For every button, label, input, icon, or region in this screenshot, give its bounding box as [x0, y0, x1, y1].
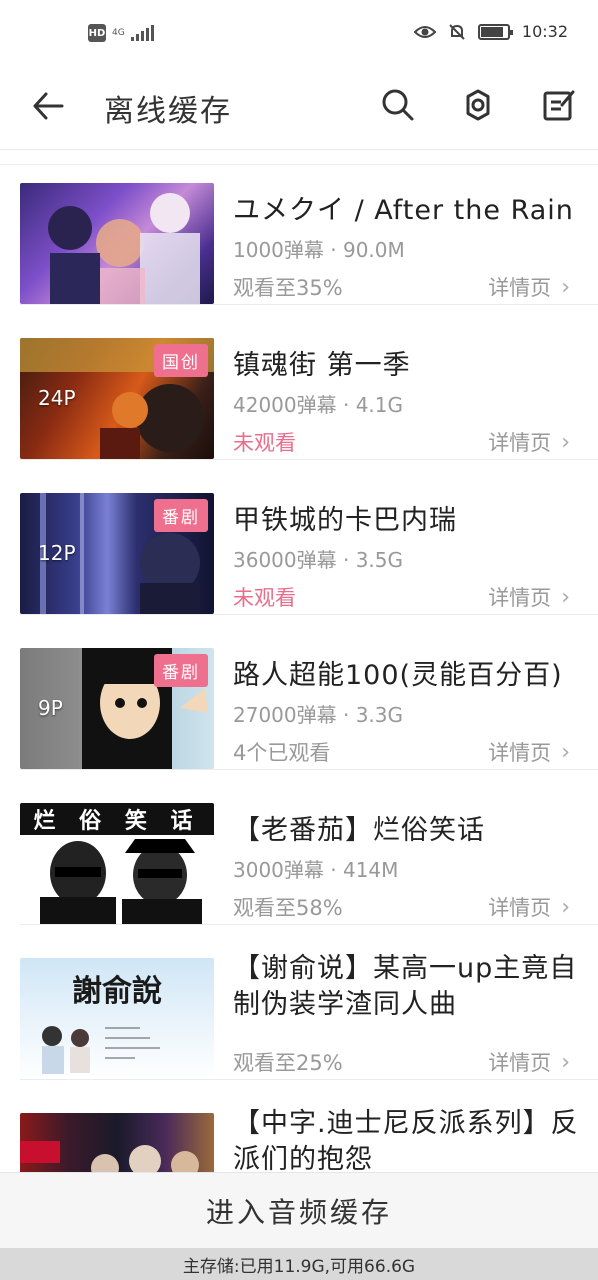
app-bar: 离线缓存: [0, 66, 598, 150]
hd-badge: HD: [88, 24, 106, 42]
detail-link[interactable]: 详情页 ›: [488, 892, 570, 922]
mute-bell-icon: [448, 23, 466, 41]
category-badge: 番剧: [154, 654, 208, 687]
status-right: 10:32: [413, 22, 568, 41]
detail-link[interactable]: 详情页 ›: [488, 272, 570, 302]
item-title: 镇魂街 第一季: [233, 350, 411, 381]
category-badge: 国创: [154, 344, 208, 377]
storage-info: 主存储:已用11.9G,可用66.6G: [0, 1248, 598, 1280]
back-button[interactable]: [28, 86, 68, 126]
category-badge: 番剧: [154, 499, 208, 532]
list-item[interactable]: 烂 俗 笑 话 【老番茄】烂俗笑话 3000弹幕 · 414M 观看至58% 详…: [0, 770, 598, 925]
list-item[interactable]: 国创 24P 镇魂街 第一季 42000弹幕 · 4.1G 未观看 详情页 ›: [0, 305, 598, 460]
battery-icon: [477, 23, 513, 40]
detail-label: 详情页: [488, 896, 552, 920]
item-meta: 27000弹幕 · 3.3G: [233, 703, 403, 727]
item-title: 【中字.迪士尼反派系列】反派们的抱怨: [233, 1108, 579, 1172]
item-title: 【谢俞说】某高一up主竟自制伪装学渣同人曲: [233, 953, 578, 1020]
detail-link[interactable]: 详情页 ›: [488, 582, 570, 612]
list-item[interactable]: 番剧 9P 路人超能100(灵能百分百) 27000弹幕 · 3.3G 4个已观…: [0, 615, 598, 770]
item-meta: 3000弹幕 · 414M: [233, 858, 399, 882]
list-item[interactable]: 【中字.迪士尼反派系列】反派们的抱怨: [0, 1080, 598, 1172]
episode-count: 9P: [38, 696, 63, 720]
item-meta: 42000弹幕 · 4.1G: [233, 393, 403, 417]
network-label: 4G: [112, 27, 125, 38]
chevron-right-icon: ›: [561, 584, 570, 610]
status-left: HD 4G: [88, 24, 154, 42]
chevron-right-icon: ›: [561, 894, 570, 920]
video-thumbnail: [20, 1113, 214, 1172]
eye-icon: [413, 24, 436, 40]
video-thumbnail: [20, 183, 214, 304]
item-meta: 36000弹幕 · 3.5G: [233, 548, 403, 572]
audio-cache-button[interactable]: 进入音频缓存: [0, 1172, 598, 1248]
chevron-right-icon: ›: [561, 739, 570, 765]
detail-link[interactable]: 详情页 ›: [488, 427, 570, 457]
item-status: 未观看: [233, 431, 296, 455]
item-status: 观看至25%: [233, 1051, 343, 1075]
video-thumbnail: 国创 24P: [20, 338, 214, 459]
episode-count: 12P: [38, 541, 76, 565]
detail-label: 详情页: [488, 1051, 552, 1075]
item-status: 观看至58%: [233, 896, 343, 920]
list-item[interactable]: ユメクイ / After the Rain 1000弹幕 · 90.0M 观看至…: [0, 150, 598, 305]
item-status: 4个已观看: [233, 741, 331, 765]
settings-icon: [466, 89, 490, 121]
list-item[interactable]: 番剧 12P 甲铁城的卡巴内瑞 36000弹幕 · 3.5G 未观看 详情页 ›: [0, 460, 598, 615]
signal-icon: [130, 25, 154, 41]
chevron-right-icon: ›: [561, 1049, 570, 1075]
detail-link[interactable]: 详情页 ›: [488, 1047, 570, 1077]
search-icon: [382, 89, 414, 121]
search-button[interactable]: [377, 84, 419, 126]
page-title: 离线缓存: [104, 94, 232, 129]
item-title: 路人超能100(灵能百分百): [233, 660, 563, 691]
video-thumbnail: 番剧 12P: [20, 493, 214, 614]
episode-count: 24P: [38, 386, 76, 410]
item-title: 【老番茄】烂俗笑话: [233, 815, 485, 846]
video-thumbnail: 番剧 9P: [20, 648, 214, 769]
item-meta: 1000弹幕 · 90.0M: [233, 238, 405, 262]
settings-button[interactable]: [457, 84, 499, 126]
detail-label: 详情页: [488, 586, 552, 610]
item-title: ユメクイ / After the Rain: [233, 195, 574, 226]
thumbnail-caption: 烂 俗 笑 话: [20, 803, 214, 835]
chevron-right-icon: ›: [561, 429, 570, 455]
status-bar: HD 4G 10:32: [0, 0, 598, 66]
chevron-right-icon: ›: [561, 274, 570, 300]
back-arrow-icon: [33, 92, 64, 120]
item-title: 甲铁城的卡巴内瑞: [233, 505, 457, 536]
edit-icon: [543, 90, 575, 121]
video-thumbnail: 謝俞說: [20, 958, 214, 1079]
cache-list[interactable]: ユメクイ / After the Rain 1000弹幕 · 90.0M 观看至…: [0, 150, 598, 1172]
detail-link[interactable]: 详情页 ›: [488, 737, 570, 767]
video-thumbnail: 烂 俗 笑 话: [20, 803, 214, 924]
edit-button[interactable]: [538, 84, 580, 126]
item-status: 未观看: [233, 586, 296, 610]
list-item[interactable]: 謝俞說 【谢俞说】某高一up主竟自制伪装学渣同人曲 观看至25% 详情页 ›: [0, 925, 598, 1080]
clock: 10:32: [521, 22, 568, 41]
detail-label: 详情页: [488, 431, 552, 455]
detail-label: 详情页: [488, 276, 552, 300]
item-status: 观看至35%: [233, 276, 343, 300]
detail-label: 详情页: [488, 741, 552, 765]
